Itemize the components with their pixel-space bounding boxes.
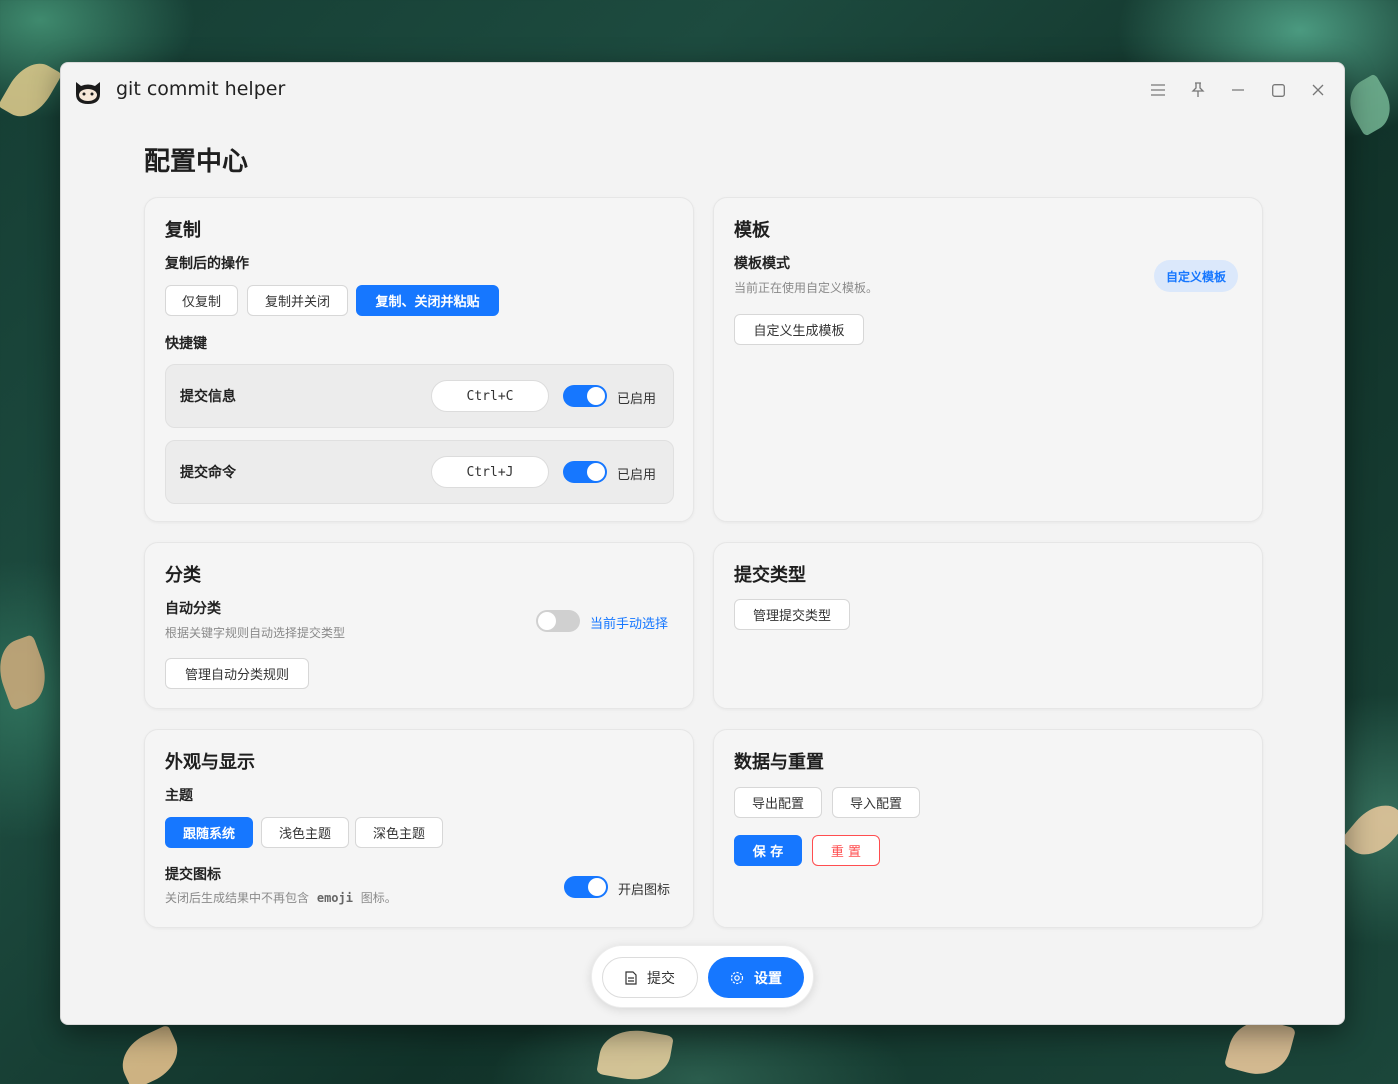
copy-card-title: 复制 [165, 220, 201, 241]
manage-commit-types-button[interactable]: 管理提交类型 [734, 599, 850, 630]
title-bar: git commit helper [61, 63, 1344, 117]
wallpaper-leaf [0, 634, 55, 711]
close-icon[interactable] [1305, 77, 1331, 103]
auto-category-desc: 根据关键字规则自动选择提交类型 [165, 626, 346, 640]
theme-dark-button[interactable]: 深色主题 [355, 817, 443, 848]
shortcut-enable-toggle[interactable] [563, 385, 607, 407]
theme-label: 主题 [165, 788, 193, 804]
shortcut-name: 提交命令 [180, 465, 236, 481]
template-mode-badge: 自定义模板 [1154, 260, 1239, 292]
commit-icon-desc: 关闭后生成结果中不再包含 emoji 图标。 [165, 889, 397, 906]
commit-type-card: 提交类型 管理提交类型 [713, 542, 1263, 709]
copy-card: 复制 复制后的操作 仅复制 复制并关闭 复制、关闭并粘贴 快捷键 提交信息 Ct… [144, 197, 694, 522]
shortcut-key-input[interactable]: Ctrl+C [431, 380, 549, 412]
app-title: git commit helper [116, 78, 286, 100]
commit-icon-toggle[interactable] [564, 876, 608, 898]
copy-only-button[interactable]: 仅复制 [165, 285, 238, 316]
template-card-title: 模板 [734, 220, 770, 241]
shortcut-row: 提交命令 Ctrl+J 已启用 [165, 440, 674, 504]
template-mode-label: 模板模式 [734, 256, 790, 272]
wallpaper-leaf [1340, 73, 1398, 137]
commit-icon-desc-code: emoji [316, 891, 353, 905]
commit-icon-status: 开启图标 [618, 883, 671, 898]
commit-type-card-title: 提交类型 [734, 565, 806, 586]
gear-icon [730, 971, 744, 984]
shortcut-key-input[interactable]: Ctrl+J [431, 456, 549, 488]
pin-icon[interactable] [1185, 77, 1211, 103]
wallpaper-leaf [0, 54, 63, 126]
theme-light-button[interactable]: 浅色主题 [261, 817, 349, 848]
minimize-icon[interactable] [1225, 77, 1251, 103]
shortcut-label: 快捷键 [165, 336, 207, 352]
export-config-button[interactable]: 导出配置 [734, 787, 822, 818]
shortcut-status: 已启用 [617, 468, 657, 483]
reset-button[interactable]: 重 置 [812, 835, 880, 866]
submit-tab-button[interactable]: 提交 [602, 957, 698, 998]
document-icon [625, 970, 637, 985]
custom-template-button[interactable]: 自定义生成模板 [734, 314, 864, 345]
appearance-card-title: 外观与显示 [165, 752, 255, 773]
data-reset-card-title: 数据与重置 [734, 752, 824, 773]
commit-icon-desc-suffix: 图标。 [360, 891, 397, 905]
settings-tab-label: 设置 [754, 970, 782, 987]
bottom-dock: 提交 设置 [591, 945, 814, 1008]
data-reset-card: 数据与重置 导出配置 导入配置 保 存 重 置 [713, 729, 1263, 928]
page-title: 配置中心 [144, 147, 249, 177]
template-card: 模板 模板模式 当前正在使用自定义模板。 自定义模板 自定义生成模板 [713, 197, 1263, 522]
shortcut-row: 提交信息 Ctrl+C 已启用 [165, 364, 674, 428]
shortcut-status: 已启用 [617, 392, 657, 407]
wallpaper-leaf [596, 1024, 674, 1084]
menu-icon[interactable] [1145, 77, 1171, 103]
import-config-button[interactable]: 导入配置 [832, 787, 920, 818]
wallpaper-leaf [113, 1024, 187, 1084]
app-window: git commit helper 配置中心 复制 复制后的操作 仅复制 复制并… [60, 62, 1345, 1025]
auto-category-label: 自动分类 [165, 601, 221, 617]
after-copy-label: 复制后的操作 [165, 256, 249, 272]
submit-tab-label: 提交 [647, 970, 675, 987]
template-mode-desc: 当前正在使用自定义模板。 [734, 281, 879, 295]
category-card: 分类 自动分类 根据关键字规则自动选择提交类型 当前手动选择 管理自动分类规则 [144, 542, 694, 709]
copy-and-close-button[interactable]: 复制并关闭 [247, 285, 348, 316]
commit-icon-label: 提交图标 [165, 867, 221, 883]
github-cat-icon [71, 74, 105, 108]
auto-category-status: 当前手动选择 [590, 617, 669, 632]
manage-auto-rules-button[interactable]: 管理自动分类规则 [165, 658, 309, 689]
theme-system-button[interactable]: 跟随系统 [165, 817, 253, 848]
copy-close-paste-button[interactable]: 复制、关闭并粘贴 [356, 285, 499, 316]
category-card-title: 分类 [165, 565, 201, 586]
settings-tab-button[interactable]: 设置 [708, 957, 804, 998]
wallpaper-leaf [1340, 794, 1398, 866]
commit-icon-desc-prefix: 关闭后生成结果中不再包含 [165, 891, 310, 905]
appearance-card: 外观与显示 主题 跟随系统 浅色主题 深色主题 提交图标 关闭后生成结果中不再包… [144, 729, 694, 928]
save-button[interactable]: 保 存 [734, 835, 802, 866]
shortcut-name: 提交信息 [180, 389, 236, 405]
maximize-icon[interactable] [1265, 77, 1291, 103]
auto-category-toggle[interactable] [536, 610, 580, 632]
shortcut-enable-toggle[interactable] [563, 461, 607, 483]
